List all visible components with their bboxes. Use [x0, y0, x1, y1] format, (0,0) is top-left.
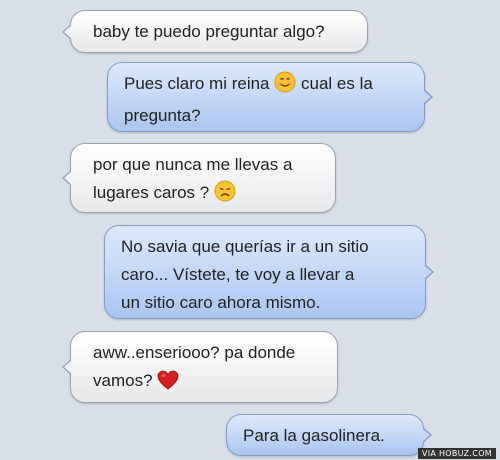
message-text: cual es la [300, 74, 373, 93]
message-text: pregunta? [124, 106, 201, 125]
red-heart-icon [157, 370, 179, 399]
message-text: aww..enseriooo? pa donde [93, 343, 296, 362]
message-text: por que nunca me llevas a [93, 155, 293, 174]
disappointed-face-icon [214, 180, 236, 211]
received-message-1[interactable]: baby te puedo preguntar algo? [62, 10, 368, 53]
message-text: Para la gasolinera. [243, 426, 385, 445]
received-message-2[interactable]: por que nunca me llevas a lugares caros … [62, 143, 336, 213]
watermark: VIA HOBUZ.COM [417, 448, 496, 459]
message-text: un sitio caro ahora mismo. [121, 293, 321, 312]
message-text: caro... Vístete, te voy a llevar a [121, 265, 355, 284]
smiling-face-icon [274, 71, 296, 102]
message-text: vamos? [93, 371, 153, 390]
message-text: Pues claro mi reina [124, 74, 270, 93]
sent-message-1[interactable]: Pues claro mi reina cual es la pregunta? [107, 62, 433, 132]
sent-message-3[interactable]: Para la gasolinera. [226, 414, 432, 456]
message-text: lugares caros ? [93, 183, 210, 202]
sent-message-2[interactable]: No savia que querías ir a un sitio caro.… [104, 225, 434, 319]
message-text: No savia que querías ir a un sitio [121, 237, 369, 256]
received-message-3[interactable]: aww..enseriooo? pa donde vamos? [62, 331, 338, 403]
message-text: baby te puedo preguntar algo? [93, 22, 325, 41]
